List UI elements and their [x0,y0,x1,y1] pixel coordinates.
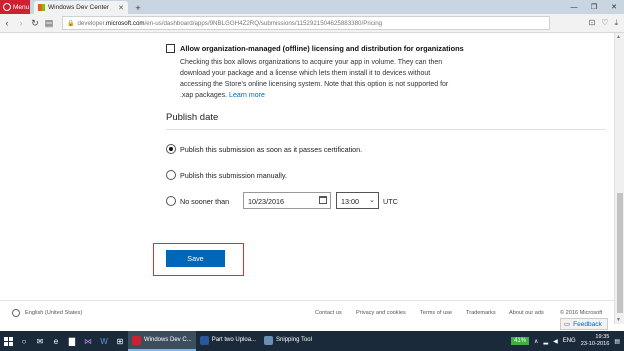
minimize-icon[interactable]: — [564,4,584,11]
taskbar-app-snipping[interactable]: Snipping Tool [260,331,316,351]
address-bar-row: ‹ › ↻ ▤ 🔒 developer. microsoft.com/en-us/… [0,14,624,33]
footer-link-terms[interactable]: Terms of use [420,310,452,316]
network-icon[interactable]: ▂ [543,338,548,345]
publish-date-value: 10/23/2016 [248,197,284,206]
word-icon[interactable]: W [96,331,112,351]
opera-menu-button[interactable]: Menu [0,0,30,14]
address-bar-actions: ⊡ ♡ ⤓ [589,18,624,28]
radio-no-sooner-than[interactable] [166,196,176,206]
radio-publish-manually-label: Publish this submission manually. [180,171,287,180]
visual-studio-icon[interactable]: ⋈ [80,331,96,351]
taskbar-app-opera-label: Windows Dev C... [144,337,192,343]
offline-licensing-description: Checking this box allows organizations t… [180,57,460,101]
window-controls: — ❐ ✕ [564,0,624,14]
scrollbar-thumb[interactable] [617,193,623,313]
snapshot-icon[interactable]: ⊡ [589,18,596,28]
store-icon[interactable]: ⊞ [112,331,128,351]
scroll-down-icon[interactable]: ▼ [616,317,621,323]
bookmark-heart-icon[interactable]: ♡ [601,18,608,28]
reload-icon[interactable]: ↻ [28,18,42,29]
clock-time: 19:35 [595,334,610,340]
menu-label: Menu [13,3,30,11]
chevron-down-icon: ⌄ [369,197,375,204]
taskbar-clock[interactable]: 19:35 23-10-2016 [581,334,610,348]
section-divider [166,129,606,130]
tray-language[interactable]: ENG [563,338,576,344]
close-window-icon[interactable]: ✕ [604,3,624,11]
url-prefix: developer. [77,19,107,27]
radio-publish-asap-label: Publish this submission as soon as it pa… [180,145,363,154]
start-button[interactable] [0,331,16,351]
publish-time-select[interactable]: 13:00 ⌄ [336,192,379,209]
site-footer: English (United States) Contact us Priva… [0,302,614,324]
volume-icon[interactable]: ◀ [553,338,558,345]
taskbar-app-opera[interactable]: Windows Dev C... [128,331,196,351]
footer-link-trademarks[interactable]: Trademarks [466,310,496,316]
timezone-label: UTC [383,197,398,206]
opera-logo-icon [3,3,11,11]
opera-app-icon [132,335,141,345]
radio-no-sooner-than-label: No sooner than [180,197,230,206]
taskbar-app-snipping-label: Snipping Tool [276,337,312,343]
new-tab-button[interactable]: + [132,1,144,14]
word-doc-app-icon [199,335,209,345]
notifications-icon[interactable]: ▤ [614,338,620,345]
footer-divider [0,300,614,301]
snipping-tool-icon [264,335,274,345]
learn-more-link[interactable]: Learn more [229,92,265,99]
tab-title: Windows Dev Center [48,4,110,11]
windows-logo-icon [3,336,13,346]
globe-icon [12,309,20,317]
chevron-up-icon[interactable]: ∧ [534,338,538,345]
footer-link-contact[interactable]: Contact us [315,310,342,316]
download-icon[interactable]: ⤓ [614,18,618,28]
feedback-icon: ▭ [564,321,571,328]
url-host: microsoft.com [106,19,145,27]
radio-publish-asap[interactable] [166,144,176,154]
taskbar-app-word-doc[interactable]: Part two Uploa... [196,331,260,351]
speed-dial-icon[interactable]: ▤ [42,18,56,29]
browser-tab-bar: Menu Windows Dev Center ✕ + — ❐ ✕ [0,0,624,14]
feedback-button[interactable]: ▭ Feedback [560,318,608,330]
calendar-icon[interactable] [319,196,327,204]
publish-date-heading: Publish date [166,112,219,123]
publish-time-value: 13:00 [341,197,359,206]
publish-date-input[interactable]: 10/23/2016 [243,192,331,209]
page-scrollbar[interactable]: ▲ ▼ [614,33,624,324]
system-tray: 41% ∧ ▂ ◀ ENG 19:35 23-10-2016 ▤ [511,334,624,348]
lock-icon: 🔒 [67,20,75,27]
mail-icon[interactable]: ✉ [32,331,48,351]
taskbar-app-word-label: Part two Uploa... [211,337,257,343]
url-field[interactable]: 🔒 developer. microsoft.com/en-us/dashboar… [62,16,550,30]
url-path: /en-us/dashboard/apps/9NBLGGH4Z2RQ/submi… [144,19,383,27]
offline-licensing-checkbox[interactable] [166,44,175,53]
footer-link-ads[interactable]: About our ads [509,310,544,316]
battery-indicator[interactable]: 41% [511,337,530,345]
back-icon[interactable]: ‹ [0,18,14,28]
file-explorer-icon[interactable]: ▇ [64,331,80,351]
microsoft-favicon-icon [38,4,45,11]
close-tab-icon[interactable]: ✕ [118,4,124,12]
cortana-icon[interactable]: ○ [16,331,32,351]
footer-link-privacy[interactable]: Privacy and cookies [356,310,406,316]
clock-date: 23-10-2016 [580,341,610,347]
radio-publish-manually[interactable] [166,170,176,180]
pricing-page-content: Allow organization-managed (offline) lic… [0,33,614,302]
footer-copyright: © 2016 Microsoft [560,310,603,316]
footer-language-link[interactable]: English (United States) [25,310,82,316]
edge-icon[interactable]: e [48,331,64,351]
scroll-up-icon[interactable]: ▲ [616,34,621,40]
save-button[interactable]: Save [166,250,225,267]
tab-windows-dev-center[interactable]: Windows Dev Center ✕ [34,1,128,14]
offline-licensing-label: Allow organization-managed (offline) lic… [180,44,464,53]
feedback-label: Feedback [573,320,602,328]
forward-icon[interactable]: › [14,18,28,28]
maximize-icon[interactable]: ❐ [584,3,604,11]
windows-taskbar: ○ ✉ e ▇ ⋈ W ⊞ Windows Dev C... Part two … [0,331,624,351]
licensing-description-text: Checking this box allows organizations t… [180,59,449,99]
